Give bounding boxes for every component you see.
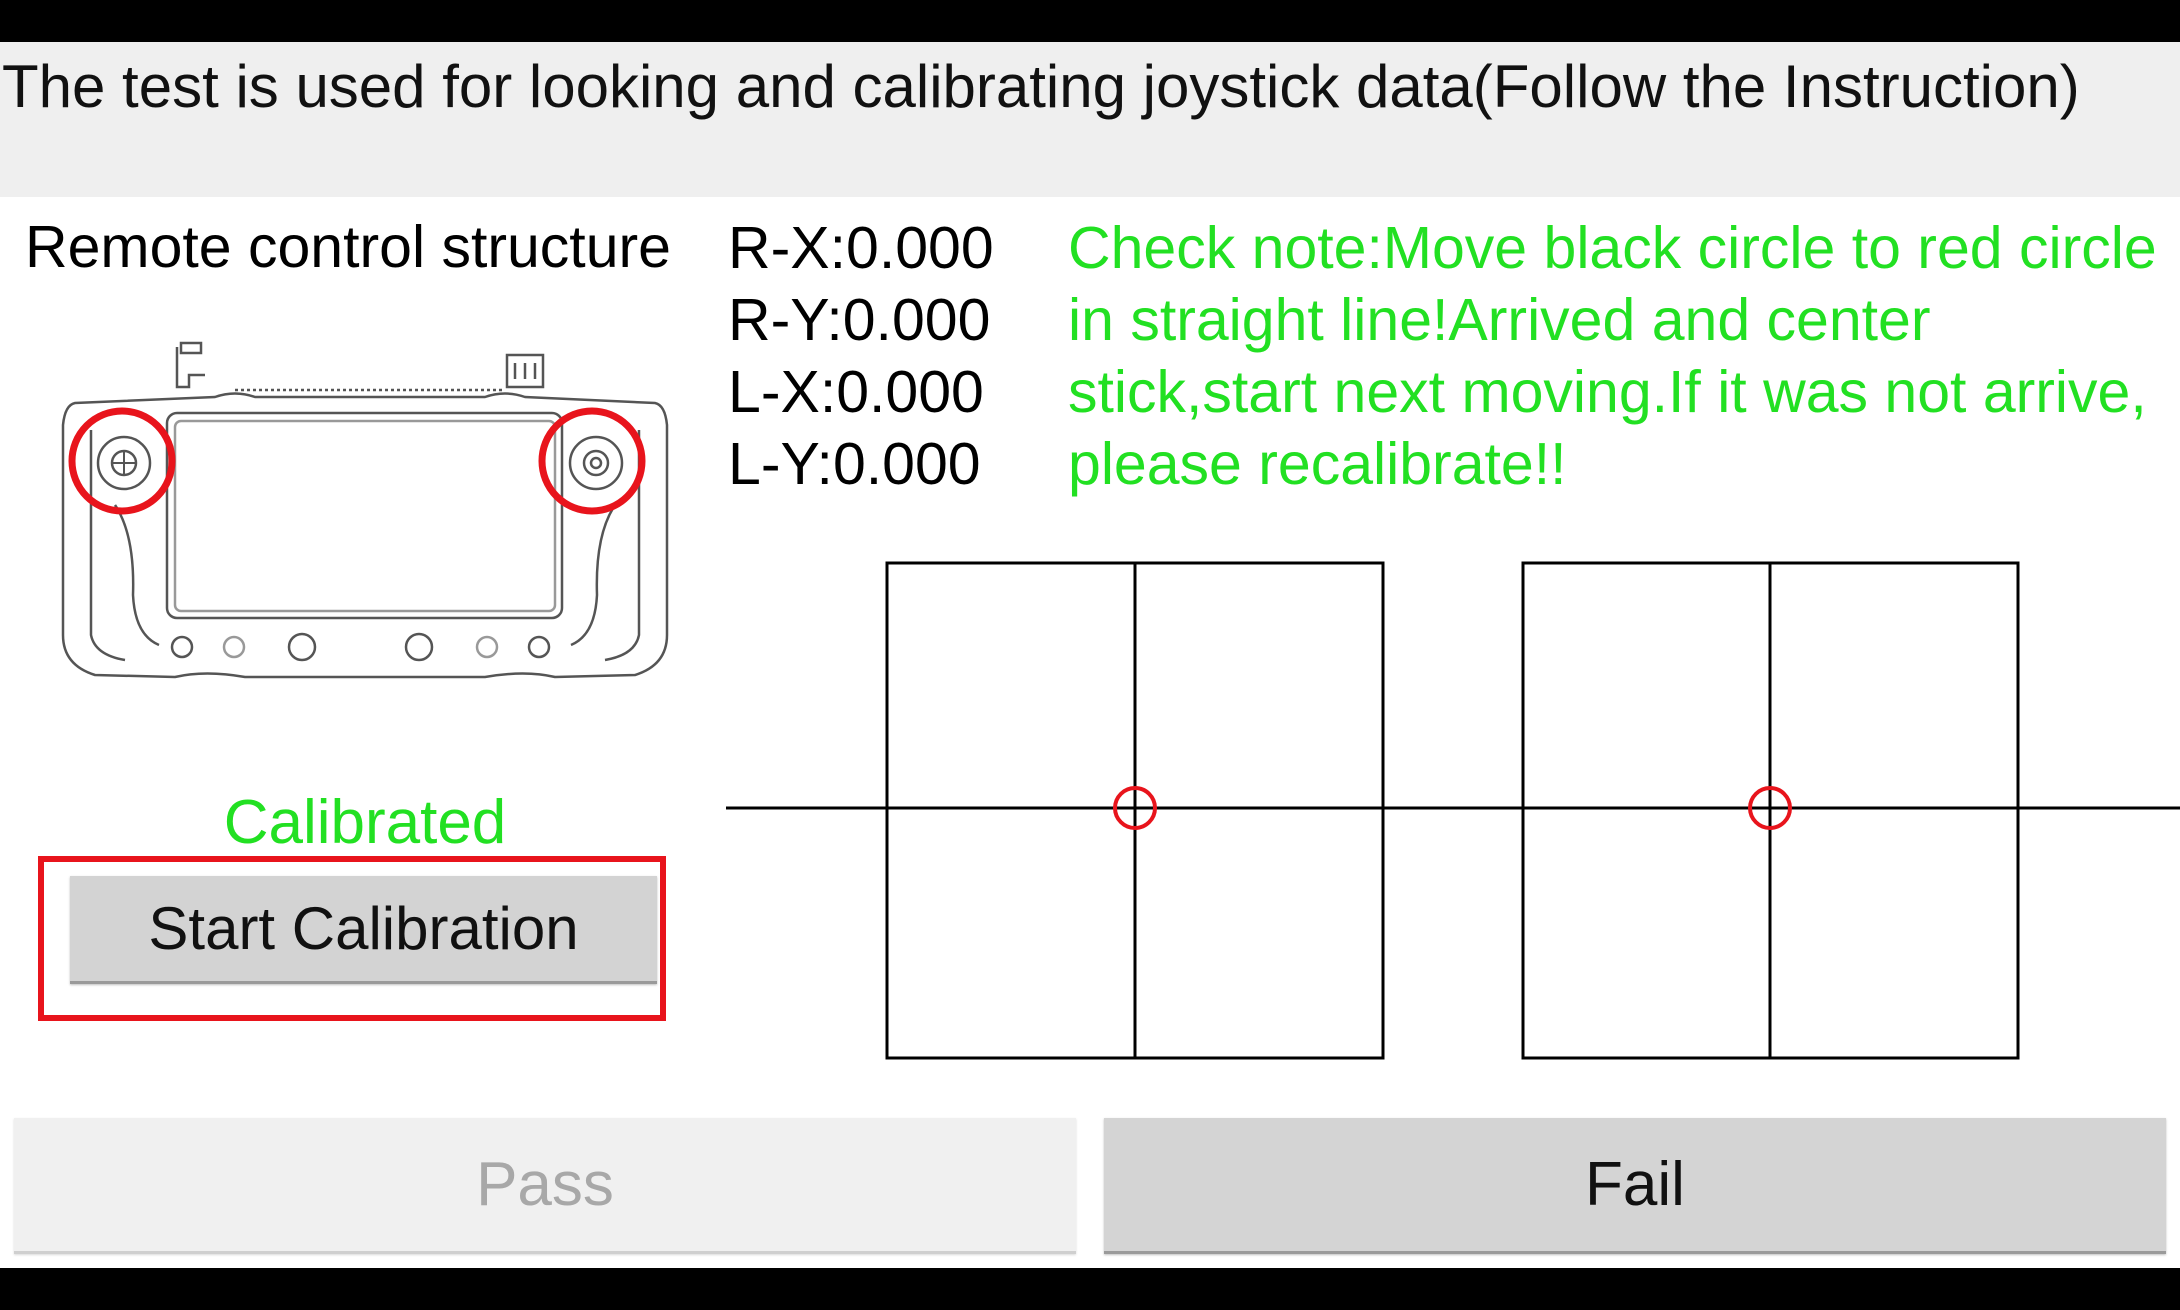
structure-title: Remote control structure (25, 214, 671, 280)
fail-button[interactable]: Fail (1104, 1118, 2166, 1254)
readout-left-x: L-X:0.000 (728, 359, 984, 425)
right-stick-grid (1521, 561, 2020, 1060)
pass-button[interactable]: Pass (14, 1118, 1076, 1254)
readout-right-x: R-X:0.000 (728, 215, 994, 281)
remote-controller-illustration (61, 341, 669, 679)
readout-right-y: R-Y:0.000 (728, 287, 991, 353)
calibration-status: Calibrated (223, 788, 507, 857)
navigation-bar (0, 1268, 2180, 1310)
left-stick-highlight-icon (68, 407, 176, 515)
start-calibration-button[interactable]: Start Calibration (70, 876, 657, 984)
stick-position-area (726, 561, 2180, 1060)
check-note: Check note:Move black circle to red circ… (1068, 215, 2157, 497)
page-title: The test is used for looking and calibra… (2, 53, 2080, 120)
left-stick-grid (885, 561, 1385, 1060)
status-bar (0, 0, 2180, 42)
readout-left-y: L-Y:0.000 (728, 431, 981, 497)
joystick-readouts: R-X:0.000 R-Y:0.000 L-X:0.000 L-Y:0.000 (728, 212, 994, 500)
